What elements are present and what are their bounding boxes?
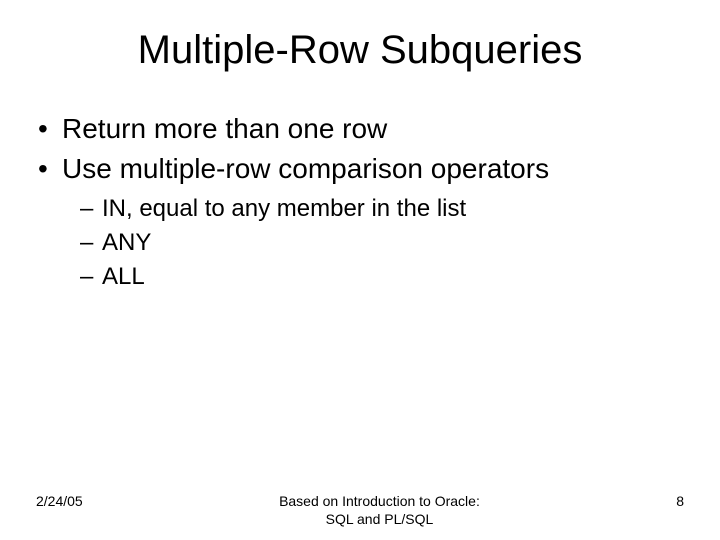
sub-bullet-text: ALL [102, 263, 145, 290]
bullet-item: Use multiple-row comparison operators IN… [36, 153, 684, 291]
sub-bullet-text: ANY [102, 229, 151, 256]
sub-bullet-item: IN, equal to any member in the list [80, 195, 684, 223]
sub-bullet-list: IN, equal to any member in the list ANY … [80, 195, 684, 291]
bullet-item: Return more than one row [36, 113, 684, 145]
slide: Multiple-Row Subqueries Return more than… [0, 0, 720, 540]
sub-bullet-item: ALL [80, 263, 684, 291]
footer-date: 2/24/05 [36, 493, 83, 509]
slide-title: Multiple-Row Subqueries [36, 28, 684, 73]
footer-source: Based on Introduction to Oracle: SQL and… [83, 493, 676, 528]
bullet-text: Use multiple-row comparison operators [62, 153, 549, 184]
footer-source-line1: Based on Introduction to Oracle: [279, 493, 480, 509]
footer-source-line2: SQL and PL/SQL [326, 511, 434, 527]
sub-bullet-item: ANY [80, 229, 684, 257]
footer: 2/24/05 Based on Introduction to Oracle:… [36, 493, 684, 528]
footer-page-number: 8 [676, 493, 684, 509]
bullet-text: Return more than one row [62, 113, 387, 144]
sub-bullet-text: IN, equal to any member in the list [102, 195, 466, 222]
bullet-list: Return more than one row Use multiple-ro… [36, 113, 684, 291]
